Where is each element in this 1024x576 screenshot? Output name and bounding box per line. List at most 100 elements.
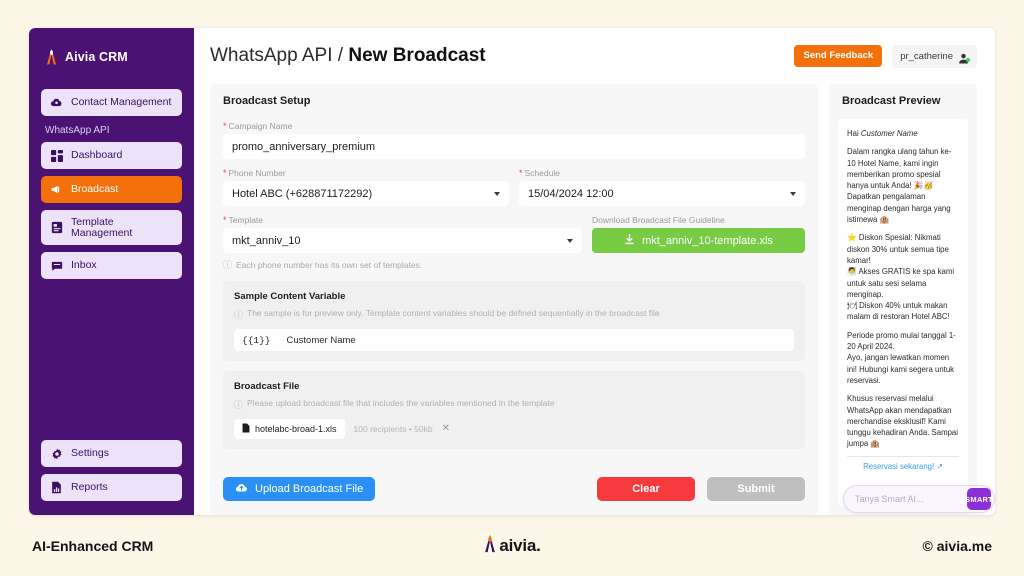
label-text: Phone Number <box>228 168 286 178</box>
sidebar-item-label: Inbox <box>71 259 97 272</box>
template-icon <box>50 221 63 234</box>
user-menu[interactable]: pr_catherine <box>892 44 977 68</box>
template-hint: ⓘ Each phone number has its own set of t… <box>223 258 805 271</box>
aivia-logo-icon <box>483 534 497 558</box>
sidebar-group-label: WhatsApp API <box>45 125 110 136</box>
setup-body: * Campaign Name promo_anniversary_premiu… <box>210 117 818 465</box>
sidebar-item-settings[interactable]: Settings <box>41 440 182 467</box>
sidebar: Aivia CRM Contact Management WhatsApp AP… <box>29 28 194 515</box>
main-content: WhatsApp API / New Broadcast Send Feedba… <box>194 28 995 515</box>
variable-value-input[interactable]: Customer Name <box>287 335 356 346</box>
phone-number-select[interactable]: Hotel ABC (+628871172292) <box>223 181 509 206</box>
schedule-select[interactable]: 15/04/2024 12:00 <box>519 181 805 206</box>
variable-key: {{1}} <box>242 334 271 346</box>
send-feedback-button[interactable]: Send Feedback <box>794 45 883 67</box>
remove-file-icon[interactable]: ✕ <box>442 424 450 434</box>
template-hint-text: Each phone number has its own set of tem… <box>236 259 423 270</box>
campaign-name-input[interactable]: promo_anniversary_premium <box>223 134 805 159</box>
sidebar-item-label: Reports <box>71 481 108 494</box>
upload-broadcast-file-button[interactable]: Upload Broadcast File <box>223 477 376 501</box>
upload-button-label: Upload Broadcast File <box>255 483 364 495</box>
sidebar-item-label: Template Management <box>71 216 133 239</box>
chevron-down-icon <box>494 191 500 196</box>
sample-content-variable-note: ⓘ The sample is for preview only. Templa… <box>234 308 794 321</box>
schedule-label: * Schedule <box>519 168 805 178</box>
required-marker: * <box>223 214 227 225</box>
sidebar-item-label: Dashboard <box>71 149 123 162</box>
breadcrumb-separator: / <box>332 45 349 66</box>
preview-paragraph-2: ⭐ Diskon Spesial: Nikmati diskon 30% unt… <box>847 233 955 322</box>
note-text: Please upload broadcast file that includ… <box>247 398 555 408</box>
smart-ai-widget[interactable]: Tanya Smart AI... SMART <box>843 485 995 513</box>
label-text: Schedule <box>524 168 560 178</box>
uploaded-file-meta: 100 recipients • 50kb <box>353 424 433 434</box>
preview-paragraph-4: Khusus reservasi melalui WhatsApp akan m… <box>847 394 958 449</box>
phone-number-label: * Phone Number <box>223 168 509 178</box>
breadcrumb: WhatsApp API / New Broadcast <box>210 45 486 67</box>
page-footer: AI-Enhanced CRM aivia. © aivia.me <box>0 516 1024 576</box>
required-marker: * <box>223 120 227 131</box>
smart-ai-badge[interactable]: SMART <box>965 488 993 510</box>
sidebar-item-contact-management[interactable]: Contact Management <box>41 89 182 116</box>
clear-button[interactable]: Clear <box>597 477 695 501</box>
broadcast-file-title: Broadcast File <box>234 381 300 392</box>
aivia-logo-icon <box>45 48 58 65</box>
gear-icon <box>50 447 63 460</box>
download-template-label: mkt_anniv_10-template.xls <box>642 234 773 247</box>
template-download-row: * Template mkt_anniv_10 Download Broadca… <box>223 215 805 253</box>
preview-cta-button[interactable]: Reservasi sekarang! ↗ <box>847 455 959 471</box>
broadcast-file-card: Broadcast File ⓘ Please upload broadcast… <box>223 371 805 449</box>
topbar: WhatsApp API / New Broadcast Send Feedba… <box>194 28 995 84</box>
broadcast-file-note: ⓘ Please upload broadcast file that incl… <box>234 398 794 411</box>
dashboard-grid-icon <box>50 149 63 162</box>
template-label: * Template <box>223 215 582 225</box>
submit-button[interactable]: Submit <box>707 477 805 501</box>
chevron-down-icon <box>567 238 573 243</box>
variable-row[interactable]: {{1}} Customer Name <box>234 329 794 351</box>
phone-schedule-row: * Phone Number Hotel ABC (+628871172292) <box>223 168 805 206</box>
sidebar-item-dashboard[interactable]: Dashboard <box>41 142 182 169</box>
uploaded-file-row: hotelabc-broad-1.xls 100 recipients • 50… <box>234 419 794 439</box>
preview-column: Broadcast Preview Hai Customer Name Dala… <box>829 84 977 515</box>
screenshot-root: Aivia CRM Contact Management WhatsApp AP… <box>0 0 1024 576</box>
sidebar-item-broadcast[interactable]: Broadcast <box>41 176 182 203</box>
label-text: Campaign Name <box>228 121 293 131</box>
schedule-field: * Schedule 15/04/2024 12:00 <box>519 168 805 206</box>
preview-message-bubble: Hai Customer Name Dalam rangka ulang tah… <box>838 119 968 506</box>
body-row: Broadcast Setup * Campaign Name promo_an… <box>194 84 995 515</box>
download-guideline-field: Download Broadcast File Guideline mkt_an… <box>592 215 805 253</box>
greeting-prefix: Hai <box>847 129 861 138</box>
campaign-name-label: * Campaign Name <box>223 121 805 131</box>
broadcast-setup-card: Broadcast Setup * Campaign Name promo_an… <box>210 84 818 515</box>
sample-content-variable-title: Sample Content Variable <box>234 291 346 302</box>
chat-inbox-icon <box>50 259 63 272</box>
template-value: mkt_anniv_10 <box>232 234 301 247</box>
required-marker: * <box>519 167 523 178</box>
info-icon: ⓘ <box>234 400 244 410</box>
phone-number-field: * Phone Number Hotel ABC (+628871172292) <box>223 168 509 206</box>
smart-ai-input[interactable]: Tanya Smart AI... <box>855 494 967 504</box>
preview-paragraph-3: Periode promo mulai tanggal 1-20 April 2… <box>847 330 956 385</box>
breadcrumb-parent[interactable]: WhatsApp API <box>210 45 333 66</box>
broadcast-preview-title: Broadcast Preview <box>842 95 941 107</box>
sidebar-item-template-management[interactable]: Template Management <box>41 210 182 245</box>
download-template-button[interactable]: mkt_anniv_10-template.xls <box>592 228 805 253</box>
label-text: Template <box>228 215 264 225</box>
download-icon <box>624 233 635 248</box>
info-icon: ⓘ <box>234 310 244 320</box>
uploaded-file-chip[interactable]: hotelabc-broad-1.xls <box>234 419 345 439</box>
phone-number-value: Hotel ABC (+628871172292) <box>232 187 373 200</box>
setup-column: Broadcast Setup * Campaign Name promo_an… <box>210 84 818 515</box>
sidebar-item-inbox[interactable]: Inbox <box>41 252 182 279</box>
greeting-variable: Customer Name <box>860 129 918 138</box>
upload-cloud-icon <box>235 482 248 496</box>
brand: Aivia CRM <box>41 44 182 65</box>
sidebar-item-label: Settings <box>71 447 109 460</box>
form-actions: Upload Broadcast File Clear Submit <box>210 465 818 515</box>
footer-logo: aivia. <box>0 534 1024 558</box>
sidebar-item-reports[interactable]: Reports <box>41 474 182 501</box>
sample-content-variable-card: Sample Content Variable ⓘ The sample is … <box>223 281 805 361</box>
template-field: * Template mkt_anniv_10 <box>223 215 582 253</box>
template-select[interactable]: mkt_anniv_10 <box>223 228 582 253</box>
